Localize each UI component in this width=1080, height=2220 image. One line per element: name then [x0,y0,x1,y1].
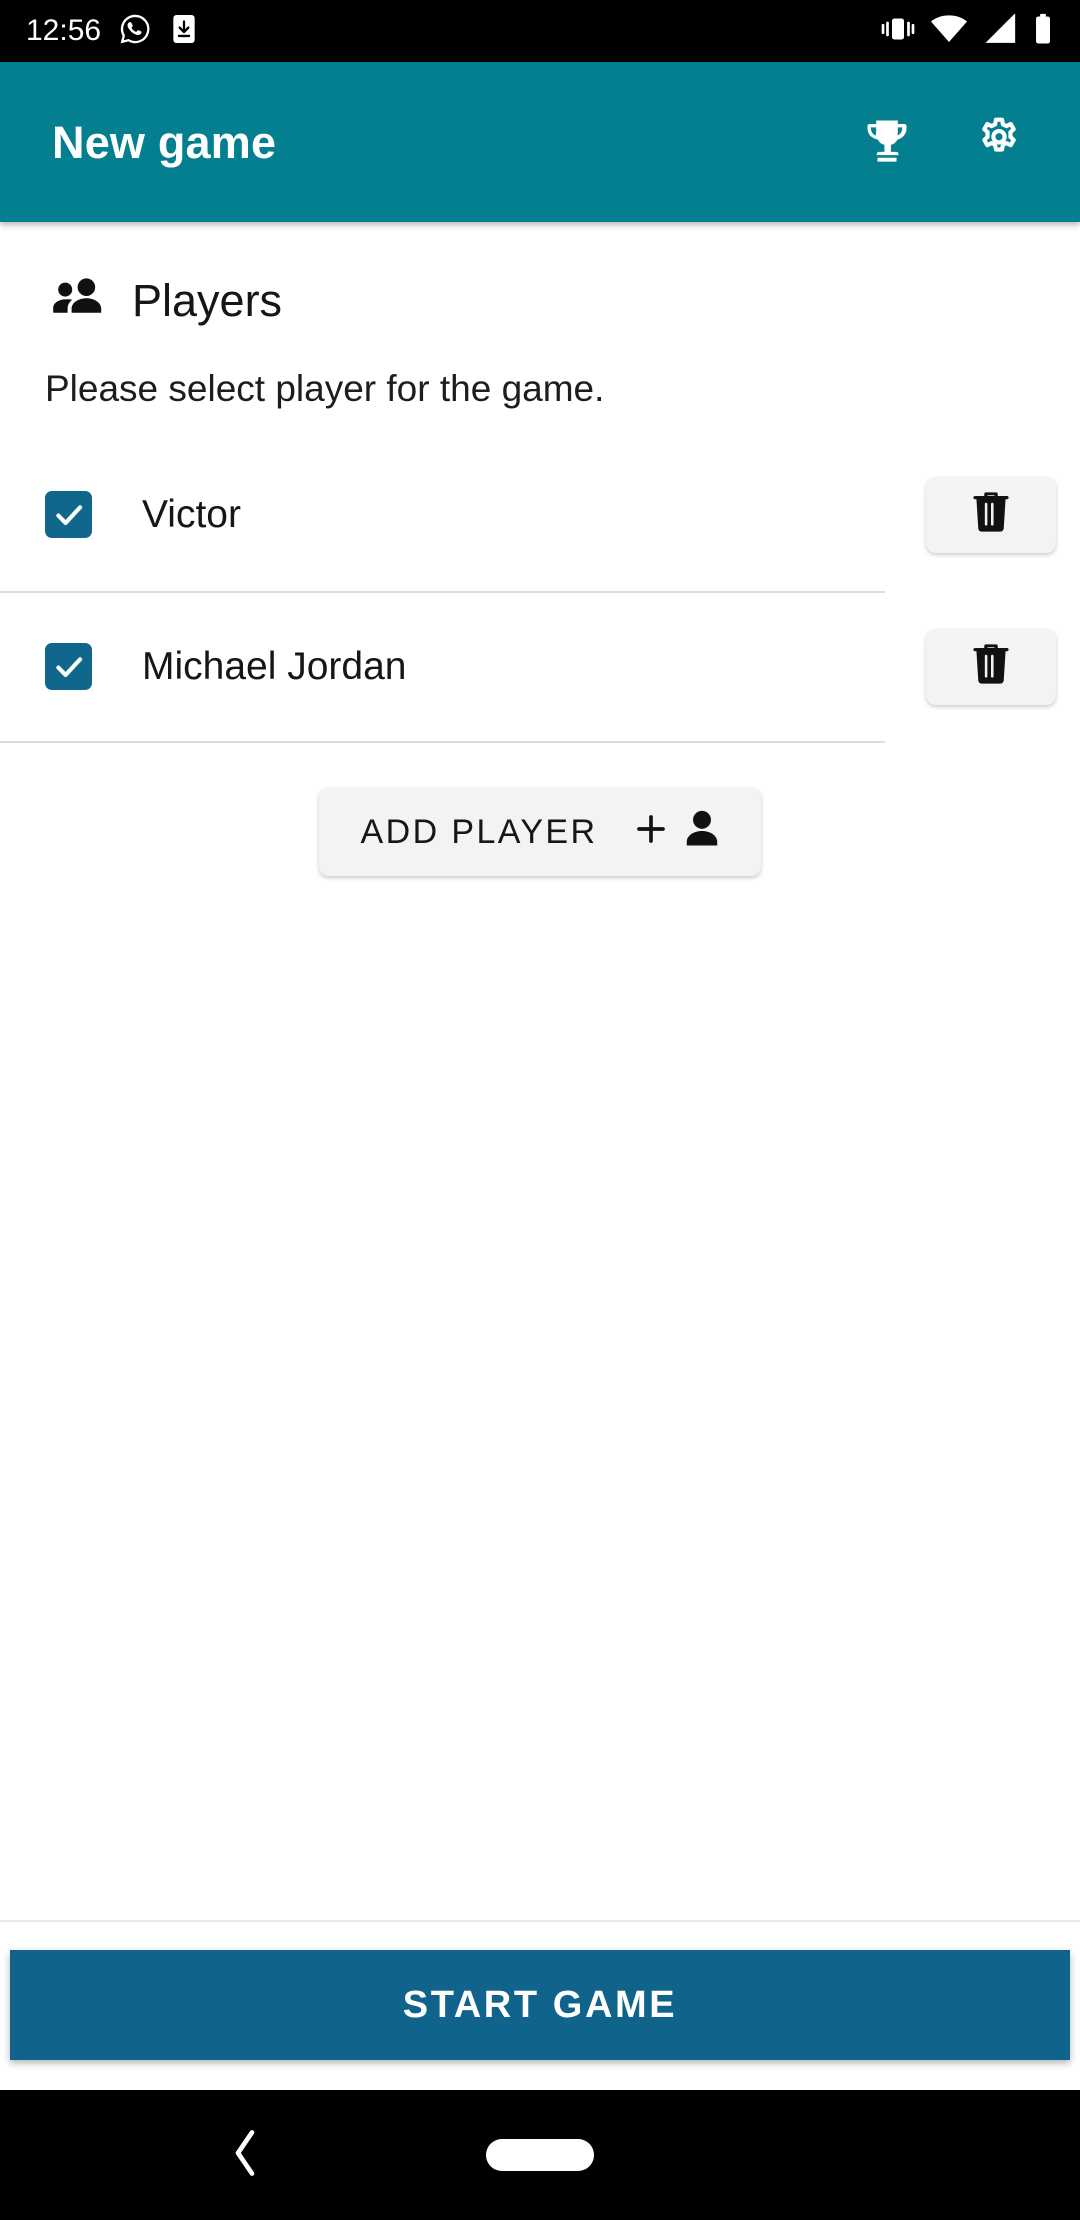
battery-icon [1032,13,1054,50]
section-title: Players [132,275,283,326]
main-content: Players Please select player for the gam… [0,222,1080,1920]
status-bar-left: 12:56 [26,13,199,50]
download-icon [169,13,199,50]
delete-player-button[interactable] [926,476,1056,553]
start-game-label: START GAME [402,1984,678,2026]
status-clock: 12:56 [26,14,102,47]
player-checkbox[interactable] [45,643,92,691]
wifi-icon [930,14,968,49]
delete-player-button[interactable] [926,628,1056,705]
whatsapp-icon [119,13,151,50]
system-navigation-bar [0,2090,1080,2220]
players-section-header: Players [0,222,1080,324]
trash-icon [971,642,1011,691]
player-checkbox[interactable] [45,491,92,539]
settings-button[interactable] [960,103,1038,181]
plus-icon [631,809,671,854]
add-player-button[interactable]: ADD PLAYER [318,787,762,876]
people-icon [50,277,106,324]
status-bar-right [880,12,1054,50]
phone-screen: 12:56 New game Players Please select pla… [0,0,1080,2220]
footer: START GAME [0,1920,1080,2090]
player-row-inner: Michael Jordan [0,590,885,743]
vibrate-icon [880,14,916,49]
add-player-label: ADD PLAYER [360,812,598,851]
gear-icon [973,114,1025,171]
add-player-icons [631,807,723,856]
app-bar: New game [0,62,1080,222]
trophy-icon [861,114,913,171]
player-name: Michael Jordan [142,645,407,689]
status-bar: 12:56 [0,0,1080,62]
start-game-button[interactable]: START GAME [10,1950,1070,2060]
player-row: Victor [0,439,1080,591]
back-button[interactable] [200,2110,290,2200]
section-subtitle: Please select player for the game. [45,368,605,409]
player-list: Victor Michael Jordan [0,439,1080,743]
back-chevron-icon [225,2125,265,2186]
signal-icon [982,12,1018,49]
player-row: Michael Jordan [0,590,1080,743]
app-bar-actions [848,103,1050,181]
trash-icon [971,490,1011,539]
home-pill-indicator[interactable] [486,2139,594,2171]
player-row-inner: Victor [0,439,885,591]
person-icon [681,807,723,856]
achievements-button[interactable] [848,103,926,181]
player-name: Victor [142,493,241,537]
add-player-container: ADD PLAYER [0,743,1080,876]
page-title: New game [52,116,277,168]
